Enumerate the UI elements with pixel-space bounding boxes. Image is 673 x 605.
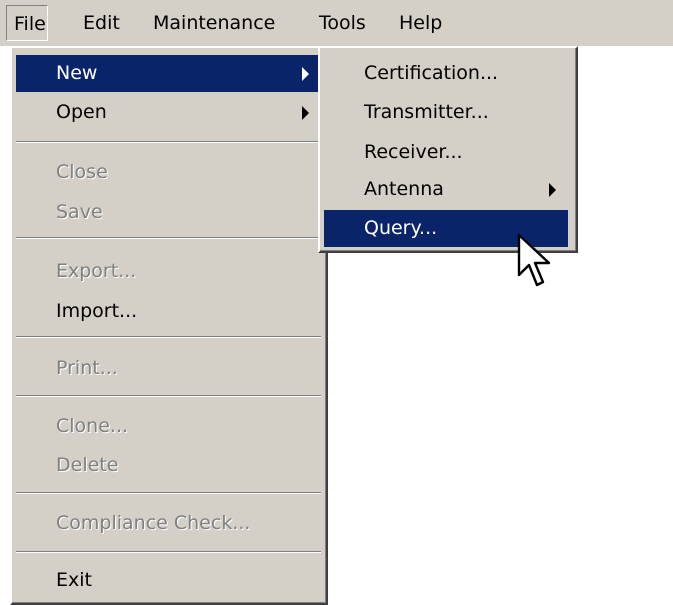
submenu-item-receiver[interactable]: Receiver... [324,134,568,171]
menu-item-new-label: New [56,62,98,84]
menu-separator [16,551,321,553]
menubar-maintenance[interactable]: Maintenance [146,5,282,41]
menu-item-clone: Clone... [56,415,129,437]
menu-item-export: Export... [56,260,137,282]
menu-item-exit[interactable]: Exit [16,562,321,599]
menu-separator [16,237,321,239]
menu-item-delete: Delete [56,454,119,476]
menu-separator [16,395,321,397]
submenu-item-certification[interactable]: Certification... [324,55,568,92]
menu-item-import[interactable]: Import... [16,293,321,330]
menubar-tools[interactable]: Tools [312,5,373,41]
menubar-edit[interactable]: Edit [76,5,127,41]
menu-item-print: Print... [56,357,118,379]
submenu-arrow-icon [302,66,309,81]
new-submenu: Certification... Transmitter... Receiver… [318,46,578,253]
menu-item-save: Save [56,201,103,223]
menu-item-open[interactable]: Open [16,94,321,131]
menu-item-new[interactable]: New [16,55,321,92]
menu-separator [16,492,321,494]
mouse-pointer-icon [517,233,551,287]
menu-item-open-label: Open [56,101,107,123]
submenu-arrow-icon [549,182,556,197]
menu-separator [16,141,321,143]
menubar-file[interactable]: File [6,5,48,41]
menu-item-close: Close [56,161,108,183]
submenu-item-antenna-label: Antenna [364,178,444,200]
menu-item-compliance-check: Compliance Check... [56,512,251,534]
menubar-help[interactable]: Help [392,5,449,41]
submenu-item-antenna[interactable]: Antenna [324,171,568,208]
menu-bar: File Edit Maintenance Tools Help [0,0,673,47]
menu-separator [16,336,321,338]
file-menu: New Open Close Save Export... Import... … [10,46,328,605]
submenu-arrow-icon [302,105,309,120]
submenu-item-transmitter[interactable]: Transmitter... [324,94,568,131]
